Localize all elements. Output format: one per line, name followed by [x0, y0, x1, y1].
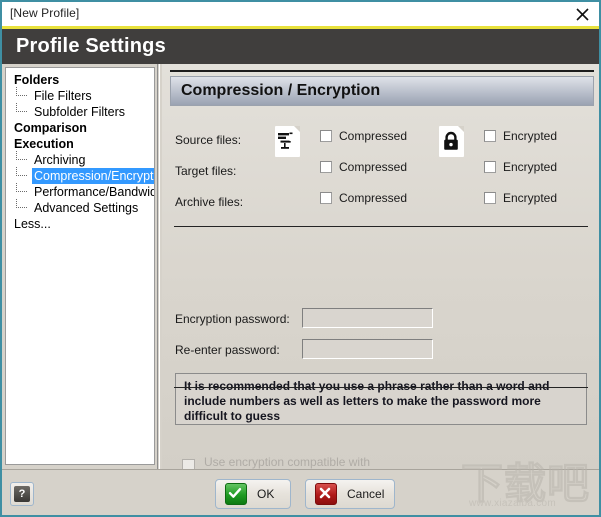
help-button[interactable]: ? — [10, 482, 34, 506]
section-title: Compression / Encryption — [181, 82, 381, 99]
sidebar-item-label: Comparison — [14, 121, 87, 135]
reenter-password-input[interactable] — [302, 339, 433, 359]
archive-files-label: Archive files: — [175, 195, 244, 209]
target-encrypted-checkbox[interactable]: Encrypted — [484, 160, 557, 174]
checkbox-label: Encrypted — [503, 191, 558, 205]
cancel-button[interactable]: Cancel — [305, 479, 395, 509]
page-title: Profile Settings — [16, 35, 166, 57]
password-tip-box: It is recommended that you use a phrase … — [175, 373, 587, 425]
window-title: [New Profile] — [10, 6, 80, 20]
sidebar-item-label: Folders — [14, 73, 60, 87]
sidebar-item-advanced-settings[interactable]: Advanced Settings — [6, 199, 154, 216]
archive-encrypted-checkbox[interactable]: Encrypted — [484, 191, 557, 205]
sidebar-item-label: Less... — [14, 217, 51, 231]
checkbox-box — [484, 161, 496, 173]
profile-settings-dialog: [New Profile] Profile Settings Folders F… — [0, 0, 601, 517]
checkbox-box — [484, 192, 496, 204]
checkmark-icon — [225, 483, 247, 505]
ok-button-label: OK — [257, 487, 275, 501]
sidebar-item-label: File Filters — [34, 89, 92, 103]
encryption-password-input[interactable] — [302, 308, 433, 328]
sidebar-item-file-filters[interactable]: File Filters — [6, 87, 154, 104]
sidebar-item-execution[interactable]: Execution — [6, 136, 154, 152]
sidebar-item-label: Archiving — [34, 153, 86, 167]
target-files-label: Target files: — [175, 164, 237, 178]
section-header: Compression / Encryption — [170, 76, 594, 106]
encryption-password-label: Encryption password: — [175, 312, 290, 326]
source-compressed-checkbox[interactable]: Compressed — [320, 129, 407, 143]
question-mark-icon: ? — [14, 486, 30, 502]
sidebar-item-archiving[interactable]: Archiving — [6, 151, 154, 168]
sidebar-item-subfolder-filters[interactable]: Subfolder Filters — [6, 103, 154, 120]
cancel-button-label: Cancel — [347, 487, 385, 501]
app-header: Profile Settings — [2, 29, 599, 64]
separator-bottom — [174, 387, 588, 388]
source-files-label: Source files: — [175, 133, 242, 147]
sidebar-item-label: Execution — [14, 137, 74, 151]
settings-tree[interactable]: Folders File Filters Subfolder Filters C… — [5, 67, 155, 465]
checkbox-label: Compressed — [339, 160, 408, 174]
source-encrypted-checkbox[interactable]: Encrypted — [484, 129, 557, 143]
checkbox-box — [320, 130, 332, 142]
dialog-footer: ? OK Cancel — [2, 469, 599, 515]
sidebar-item-label: Subfolder Filters — [34, 105, 126, 119]
dialog-body: Folders File Filters Subfolder Filters C… — [2, 64, 599, 482]
tree-list: Folders File Filters Subfolder Filters C… — [6, 68, 154, 232]
sidebar-item-label: Compression/Encryption — [32, 168, 154, 184]
checkbox-label: Encrypted — [503, 160, 558, 174]
sidebar-item-compression-encryption[interactable]: Compression/Encryption — [6, 167, 154, 184]
panel-top-rule — [170, 70, 594, 72]
lock-icon — [439, 126, 464, 157]
x-mark-icon — [315, 483, 337, 505]
password-tip-text: It is recommended that you use a phrase … — [184, 379, 550, 423]
compressed-file-icon — [275, 126, 300, 157]
checkbox-box — [320, 192, 332, 204]
separator-top — [174, 226, 588, 227]
sidebar-item-less[interactable]: Less... — [6, 216, 154, 232]
sidebar-item-performance-bandwidth[interactable]: Performance/Bandwidth — [6, 183, 155, 200]
sidebar-item-comparison[interactable]: Comparison — [6, 120, 154, 136]
sidebar-item-label: Performance/Bandwidth — [34, 185, 155, 199]
checkbox-label: Encrypted — [503, 129, 558, 143]
archive-compressed-checkbox[interactable]: Compressed — [320, 191, 407, 205]
checkbox-label: Compressed — [339, 191, 408, 205]
reenter-password-label: Re-enter password: — [175, 343, 280, 357]
ok-button[interactable]: OK — [215, 479, 291, 509]
title-bar: [New Profile] — [2, 2, 599, 29]
checkbox-label: Compressed — [339, 129, 408, 143]
sidebar-item-label: Advanced Settings — [34, 201, 139, 215]
sidebar-item-folders[interactable]: Folders — [6, 72, 154, 88]
close-button[interactable] — [571, 4, 593, 24]
checkbox-box — [320, 161, 332, 173]
panel-divider — [157, 64, 160, 469]
close-icon — [575, 7, 589, 21]
compression-encryption-panel: Compression / Encryption Source files: C… — [162, 64, 599, 482]
target-compressed-checkbox[interactable]: Compressed — [320, 160, 407, 174]
checkbox-box — [484, 130, 496, 142]
